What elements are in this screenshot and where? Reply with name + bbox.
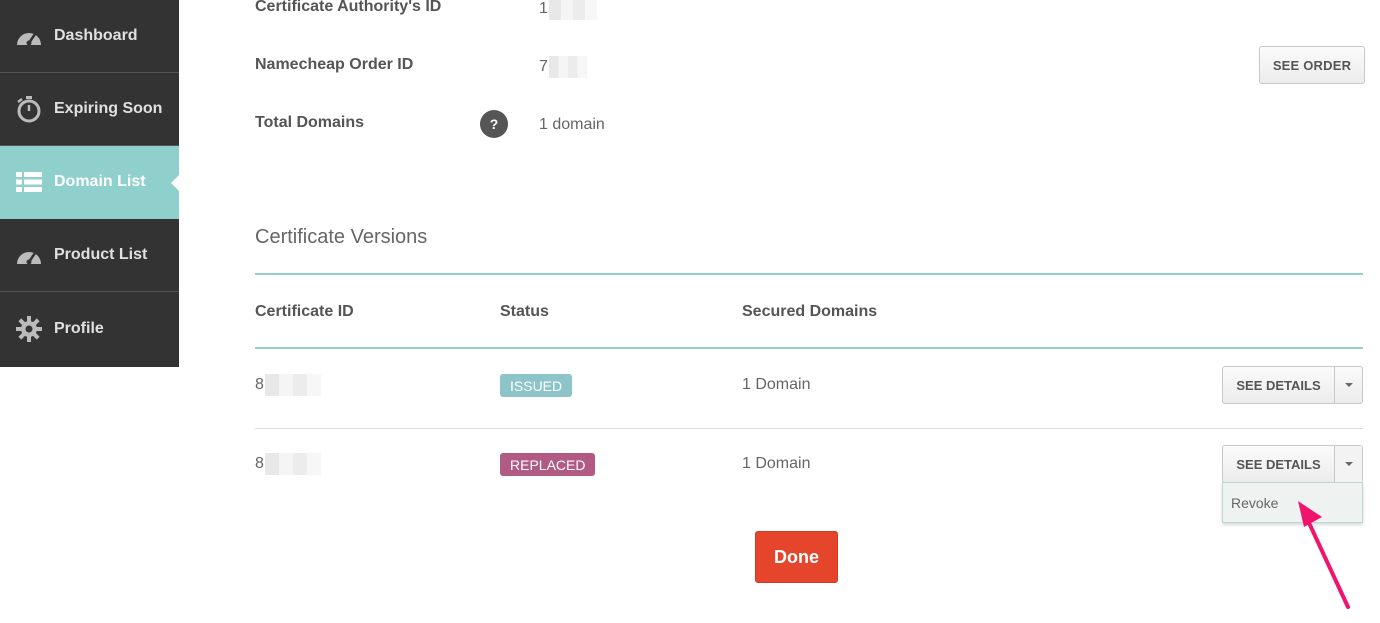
stopwatch-icon bbox=[15, 95, 43, 123]
gauge-icon bbox=[15, 22, 43, 50]
gauge-icon bbox=[15, 241, 43, 269]
sidebar-item-expiring-soon[interactable]: Expiring Soon bbox=[0, 73, 179, 146]
certificate-id-cell: 8 bbox=[255, 374, 321, 396]
chevron-down-icon[interactable] bbox=[1335, 367, 1362, 403]
see-details-split-button: SEE DETAILS bbox=[1222, 366, 1363, 404]
status-badge: REPLACED bbox=[500, 453, 596, 476]
see-order-button[interactable]: SEE ORDER bbox=[1259, 46, 1365, 84]
sidebar-item-label: Product List bbox=[54, 246, 148, 263]
ca-id-value: 1 bbox=[539, 0, 597, 20]
sidebar-item-label: Dashboard bbox=[54, 27, 138, 44]
divider bbox=[255, 273, 1363, 275]
column-header-status: Status bbox=[500, 303, 549, 320]
sidebar-item-product-list[interactable]: Product List bbox=[0, 219, 179, 292]
row-divider bbox=[255, 428, 1363, 429]
see-details-button[interactable]: SEE DETAILS bbox=[1223, 446, 1335, 482]
sidebar-item-label: Profile bbox=[54, 319, 104, 337]
certificate-id-cell: 8 bbox=[255, 453, 321, 475]
column-header-certificate-id: Certificate ID bbox=[255, 303, 354, 320]
section-title: Certificate Versions bbox=[255, 226, 428, 248]
column-header-secured-domains: Secured Domains bbox=[742, 303, 878, 320]
total-domains-label: Total Domains bbox=[255, 114, 365, 131]
annotation-arrow-icon bbox=[1298, 501, 1350, 609]
revoke-menu-item[interactable]: Revoke bbox=[1231, 495, 1278, 511]
sidebar-item-label: Domain List bbox=[54, 173, 146, 190]
status-badge: ISSUED bbox=[500, 374, 573, 397]
sidebar-item-dashboard[interactable]: Dashboard bbox=[0, 0, 179, 73]
total-domains-row: Total Domains ? 1 domain bbox=[255, 110, 1365, 154]
chevron-down-icon[interactable] bbox=[1335, 446, 1362, 482]
see-details-button[interactable]: SEE DETAILS bbox=[1223, 367, 1335, 403]
redacted-block bbox=[264, 374, 321, 396]
list-icon bbox=[15, 168, 43, 196]
order-id-value: 7 bbox=[539, 56, 587, 78]
redacted-block bbox=[548, 0, 597, 20]
total-domains-value: 1 domain bbox=[539, 116, 605, 133]
sidebar-nav: Dashboard Expiring Soon Domain List Prod… bbox=[0, 0, 179, 367]
sidebar-item-label: Expiring Soon bbox=[54, 100, 163, 117]
redacted-block bbox=[548, 56, 587, 78]
sidebar-item-domain-list[interactable]: Domain List bbox=[0, 146, 179, 219]
gear-icon bbox=[15, 315, 43, 343]
sidebar-item-profile[interactable]: Profile bbox=[0, 292, 179, 365]
redacted-block bbox=[264, 453, 321, 475]
ca-id-row: Certificate Authority's ID 1 bbox=[255, 0, 1365, 38]
see-details-split-button: SEE DETAILS bbox=[1222, 445, 1363, 483]
ca-id-label: Certificate Authority's ID bbox=[255, 0, 442, 15]
order-id-row: Namecheap Order ID 7 bbox=[255, 56, 1365, 96]
secured-domains-cell: 1 Domain bbox=[742, 376, 811, 393]
done-button[interactable]: Done bbox=[755, 531, 838, 583]
divider bbox=[255, 347, 1363, 349]
order-id-label: Namecheap Order ID bbox=[255, 56, 414, 73]
secured-domains-cell: 1 Domain bbox=[742, 455, 811, 472]
help-icon[interactable]: ? bbox=[480, 110, 508, 138]
